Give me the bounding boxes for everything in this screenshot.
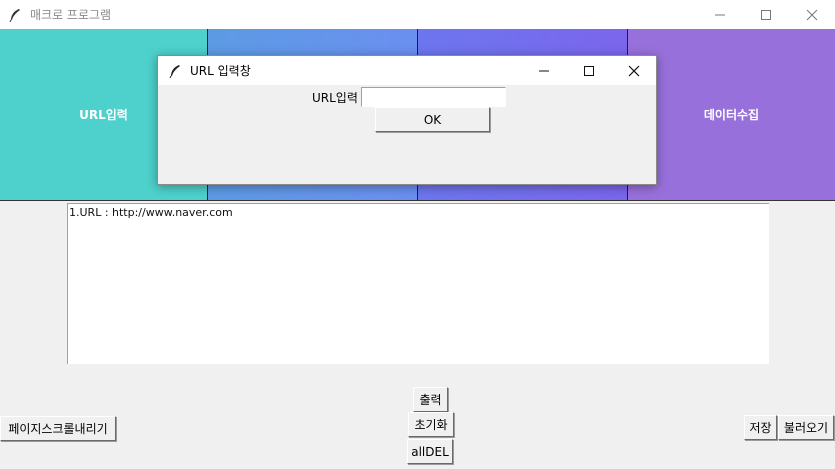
save-button[interactable]: 저장 <box>744 415 777 440</box>
url-input-label: URL입력 <box>312 91 358 105</box>
scroll-down-button[interactable]: 페이지스크롤내리기 <box>0 416 116 441</box>
dialog-maximize-button[interactable] <box>566 56 611 85</box>
alldel-button[interactable]: allDEL <box>407 439 453 464</box>
panel-label: URL입력 <box>79 108 128 122</box>
panel-data-collect[interactable]: 데이터수집 <box>628 29 835 200</box>
output-button[interactable]: 출력 <box>413 387 448 412</box>
maximize-icon <box>761 9 771 20</box>
maximize-icon <box>583 65 594 76</box>
ok-button[interactable]: OK <box>375 107 490 132</box>
dialog-close-button[interactable] <box>611 56 656 85</box>
maximize-button[interactable] <box>743 0 789 29</box>
close-button[interactable] <box>789 0 835 29</box>
divider <box>0 200 835 201</box>
dialog-titlebar[interactable]: URL 입력창 <box>158 56 656 85</box>
feather-icon <box>168 64 182 78</box>
url-input-dialog[interactable]: URL 입력창 URL입력 OK <box>157 55 657 185</box>
output-textarea[interactable]: 1.URL : http://www.naver.com <box>67 203 769 364</box>
feather-icon <box>8 8 22 22</box>
minimize-button[interactable] <box>697 0 743 29</box>
close-icon <box>806 9 818 20</box>
url-input-field[interactable] <box>361 87 506 107</box>
main-titlebar[interactable]: 매크로 프로그램 <box>0 0 835 29</box>
dialog-minimize-button[interactable] <box>521 56 566 85</box>
window-title: 매크로 프로그램 <box>30 8 112 22</box>
dialog-title: URL 입력창 <box>190 64 251 78</box>
minimize-icon <box>538 70 549 71</box>
load-button[interactable]: 불러오기 <box>778 415 834 440</box>
close-icon <box>628 65 639 76</box>
reset-button[interactable]: 초기화 <box>408 412 454 437</box>
textarea-content: 1.URL : http://www.naver.com <box>69 206 233 219</box>
dialog-controls <box>521 56 656 85</box>
minimize-icon <box>715 14 725 15</box>
panel-label: 데이터수집 <box>703 108 760 122</box>
window-controls <box>697 0 835 29</box>
